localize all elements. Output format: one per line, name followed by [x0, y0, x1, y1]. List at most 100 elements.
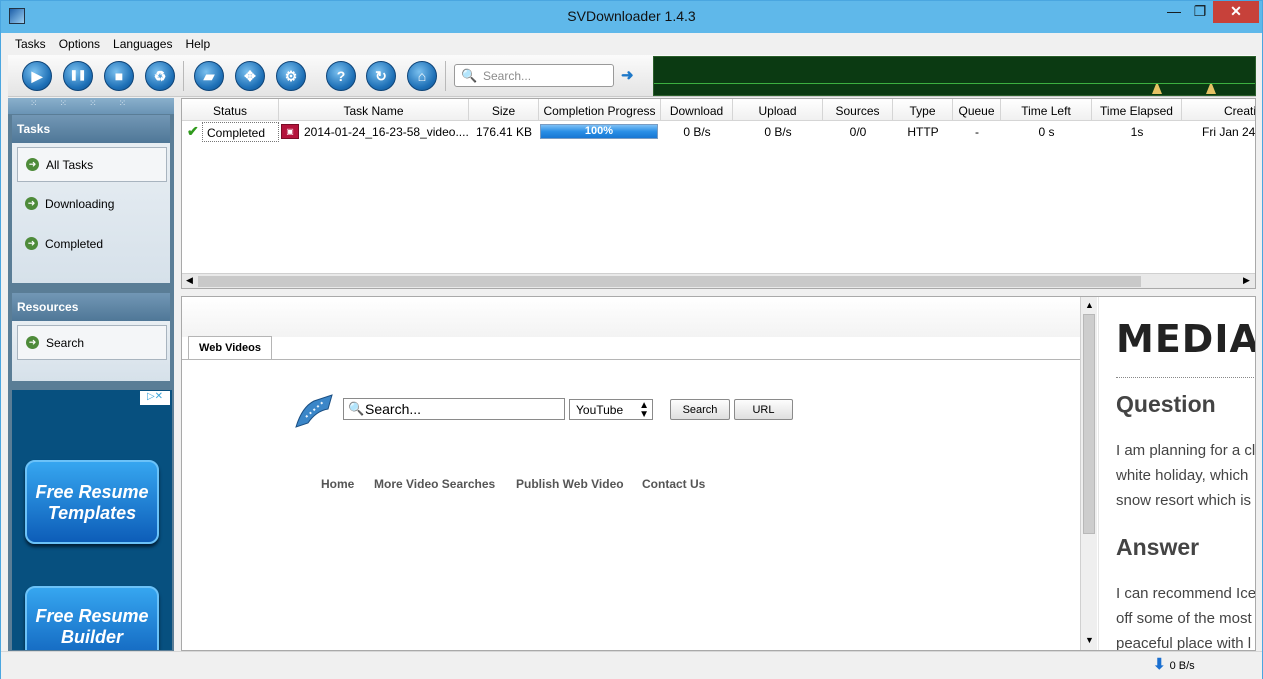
graph-spike: [1152, 84, 1162, 94]
column-header-time-elapsed[interactable]: Time Elapsed: [1092, 99, 1182, 121]
pane-splitter[interactable]: [181, 289, 1256, 296]
sidebar-item-completed[interactable]: ➜ Completed: [17, 227, 167, 262]
toolbar-separator: [445, 61, 446, 91]
toolbar-search-input[interactable]: 🔍 Search...: [454, 64, 614, 87]
resources-panel: ➜ Search: [12, 321, 170, 381]
progress-label: 100%: [584, 125, 614, 137]
ad-choices-icon[interactable]: ▷✕: [140, 391, 170, 405]
ad-banner[interactable]: ▷✕ Free Resume Templates Free Resume Bui…: [12, 390, 172, 650]
cell-sources: 0/0: [849, 125, 867, 139]
checkmark-icon: ✔: [187, 123, 199, 139]
column-header-time-left[interactable]: Time Left: [1001, 99, 1092, 121]
web-browser-pane: Web Videos 🔍 Search... YouTube ▲ ▼ Search …: [181, 296, 1256, 651]
dotted-divider: [1116, 377, 1255, 378]
column-header-task-name[interactable]: Task Name: [279, 99, 469, 121]
question-text: white holiday, which: [1116, 467, 1249, 484]
column-header-size[interactable]: Size: [469, 99, 539, 121]
maximize-button[interactable]: ❐: [1187, 1, 1213, 23]
column-header-queue[interactable]: Queue: [953, 99, 1001, 121]
scroll-down-icon[interactable]: ▼: [1085, 635, 1094, 645]
menu-options[interactable]: Options: [52, 34, 106, 54]
link-more-video-searches[interactable]: More Video Searches: [374, 477, 495, 491]
stop-button[interactable]: ■: [104, 61, 134, 91]
start-button[interactable]: ▶: [22, 61, 52, 91]
resources-panel-title[interactable]: Resources: [12, 293, 170, 321]
horizontal-scrollbar[interactable]: ◀ ▶: [182, 273, 1255, 288]
sidebar: ⁙⁙⁙⁙ Tasks ➜ All Tasks ➜ Downloading ➜ C…: [8, 98, 174, 651]
scroll-up-icon[interactable]: ▲: [1085, 300, 1094, 310]
link-home[interactable]: Home: [321, 477, 354, 491]
sidebar-item-all-tasks[interactable]: ➜ All Tasks: [17, 147, 167, 182]
column-header-download[interactable]: Download: [661, 99, 733, 121]
cell-size: 176.41 KB: [475, 125, 533, 139]
answer-text: off some of the most: [1116, 610, 1252, 627]
home-button[interactable]: ⌂: [407, 61, 437, 91]
answer-text: peaceful place with l: [1116, 635, 1252, 650]
cell-status: Completed: [202, 122, 279, 142]
ad-button-line: Free Resume: [35, 606, 149, 626]
ad-button-templates[interactable]: Free Resume Templates: [25, 460, 159, 544]
sidebar-item-label: All Tasks: [46, 158, 94, 172]
tab-web-videos[interactable]: Web Videos: [188, 336, 272, 360]
vertical-scrollbar[interactable]: ▲ ▼: [1080, 297, 1097, 650]
arrow-right-icon: ➜: [25, 197, 38, 210]
cell-download: 0 B/s: [683, 125, 711, 139]
tasks-panel: ➜ All Tasks ➜ Downloading ➜ Completed: [12, 143, 170, 283]
scroll-left-icon[interactable]: ◀: [186, 275, 193, 286]
refresh-button[interactable]: ↻: [366, 61, 396, 91]
column-header-created[interactable]: Creati: [1182, 99, 1255, 121]
link-contact-us[interactable]: Contact Us: [642, 477, 705, 491]
fullscreen-button[interactable]: ✥: [235, 61, 265, 91]
scrollbar-thumb[interactable]: [198, 276, 1141, 287]
column-header-progress[interactable]: Completion Progress: [539, 99, 661, 121]
column-header-type[interactable]: Type: [893, 99, 953, 121]
title-bar: SVDownloader 1.4.3 — ❐ ✕: [1, 1, 1262, 33]
scrollbar-thumb[interactable]: [1083, 314, 1095, 534]
download-arrow-icon: ⬇: [1153, 656, 1166, 673]
ad-button-line: Builder: [60, 627, 123, 647]
cell-upload: 0 B/s: [764, 125, 792, 139]
open-folder-button[interactable]: ▰: [194, 61, 224, 91]
ad-button-builder[interactable]: Free Resume Builder: [25, 586, 159, 650]
tasks-panel-title[interactable]: Tasks: [12, 115, 170, 143]
status-bar: ⬇ 0 B/s: [1, 651, 1262, 679]
search-go-button[interactable]: ➜: [621, 66, 634, 84]
settings-button[interactable]: ⚙: [276, 61, 306, 91]
film-reel-icon: [295, 394, 333, 428]
question-heading: Question: [1116, 391, 1216, 417]
help-button[interactable]: ?: [326, 61, 356, 91]
arrow-right-icon: ➜: [25, 237, 38, 250]
progress-bar: 100%: [540, 124, 658, 139]
menu-help[interactable]: Help: [178, 34, 216, 54]
video-file-icon: ▣: [281, 124, 299, 139]
minimize-button[interactable]: —: [1161, 1, 1187, 23]
web-search-button[interactable]: Search: [670, 399, 730, 420]
sidebar-item-downloading[interactable]: ➜ Downloading: [17, 187, 167, 222]
link-publish-web-video[interactable]: Publish Web Video: [516, 477, 624, 491]
sidebar-grip[interactable]: ⁙⁙⁙⁙: [8, 98, 174, 114]
menu-tasks[interactable]: Tasks: [8, 34, 52, 54]
spinner-arrows-icon: ▲ ▼: [639, 400, 649, 420]
column-header-status[interactable]: Status: [182, 99, 279, 121]
question-text: I am planning for a cl: [1116, 442, 1256, 459]
site-logo[interactable]: MEDIAS: [1116, 317, 1255, 361]
sidebar-item-label: Search: [46, 336, 85, 350]
url-button[interactable]: URL: [734, 399, 793, 420]
web-search-input[interactable]: 🔍 Search...: [343, 398, 565, 420]
cell-created: Fri Jan 24: [1202, 125, 1256, 139]
close-button[interactable]: ✕: [1213, 1, 1259, 23]
menu-languages[interactable]: Languages: [106, 34, 178, 54]
sidebar-item-label: Downloading: [45, 197, 115, 211]
menu-bar: Tasks Options Languages Help: [8, 34, 1256, 54]
sidebar-item-search[interactable]: ➜ Search: [17, 325, 167, 360]
pause-button[interactable]: ❚❚: [63, 61, 93, 91]
scroll-right-icon[interactable]: ▶: [1243, 275, 1250, 286]
cell-time-left: 0 s: [1038, 125, 1055, 139]
site-select[interactable]: YouTube ▲ ▼: [569, 399, 653, 420]
column-header-upload[interactable]: Upload: [733, 99, 823, 121]
arrow-right-icon: ➜: [26, 336, 39, 349]
recycle-button[interactable]: ♻: [145, 61, 175, 91]
cell-queue: -: [975, 125, 979, 139]
status-download-speed: ⬇ 0 B/s: [1153, 655, 1195, 673]
column-header-sources[interactable]: Sources: [823, 99, 893, 121]
